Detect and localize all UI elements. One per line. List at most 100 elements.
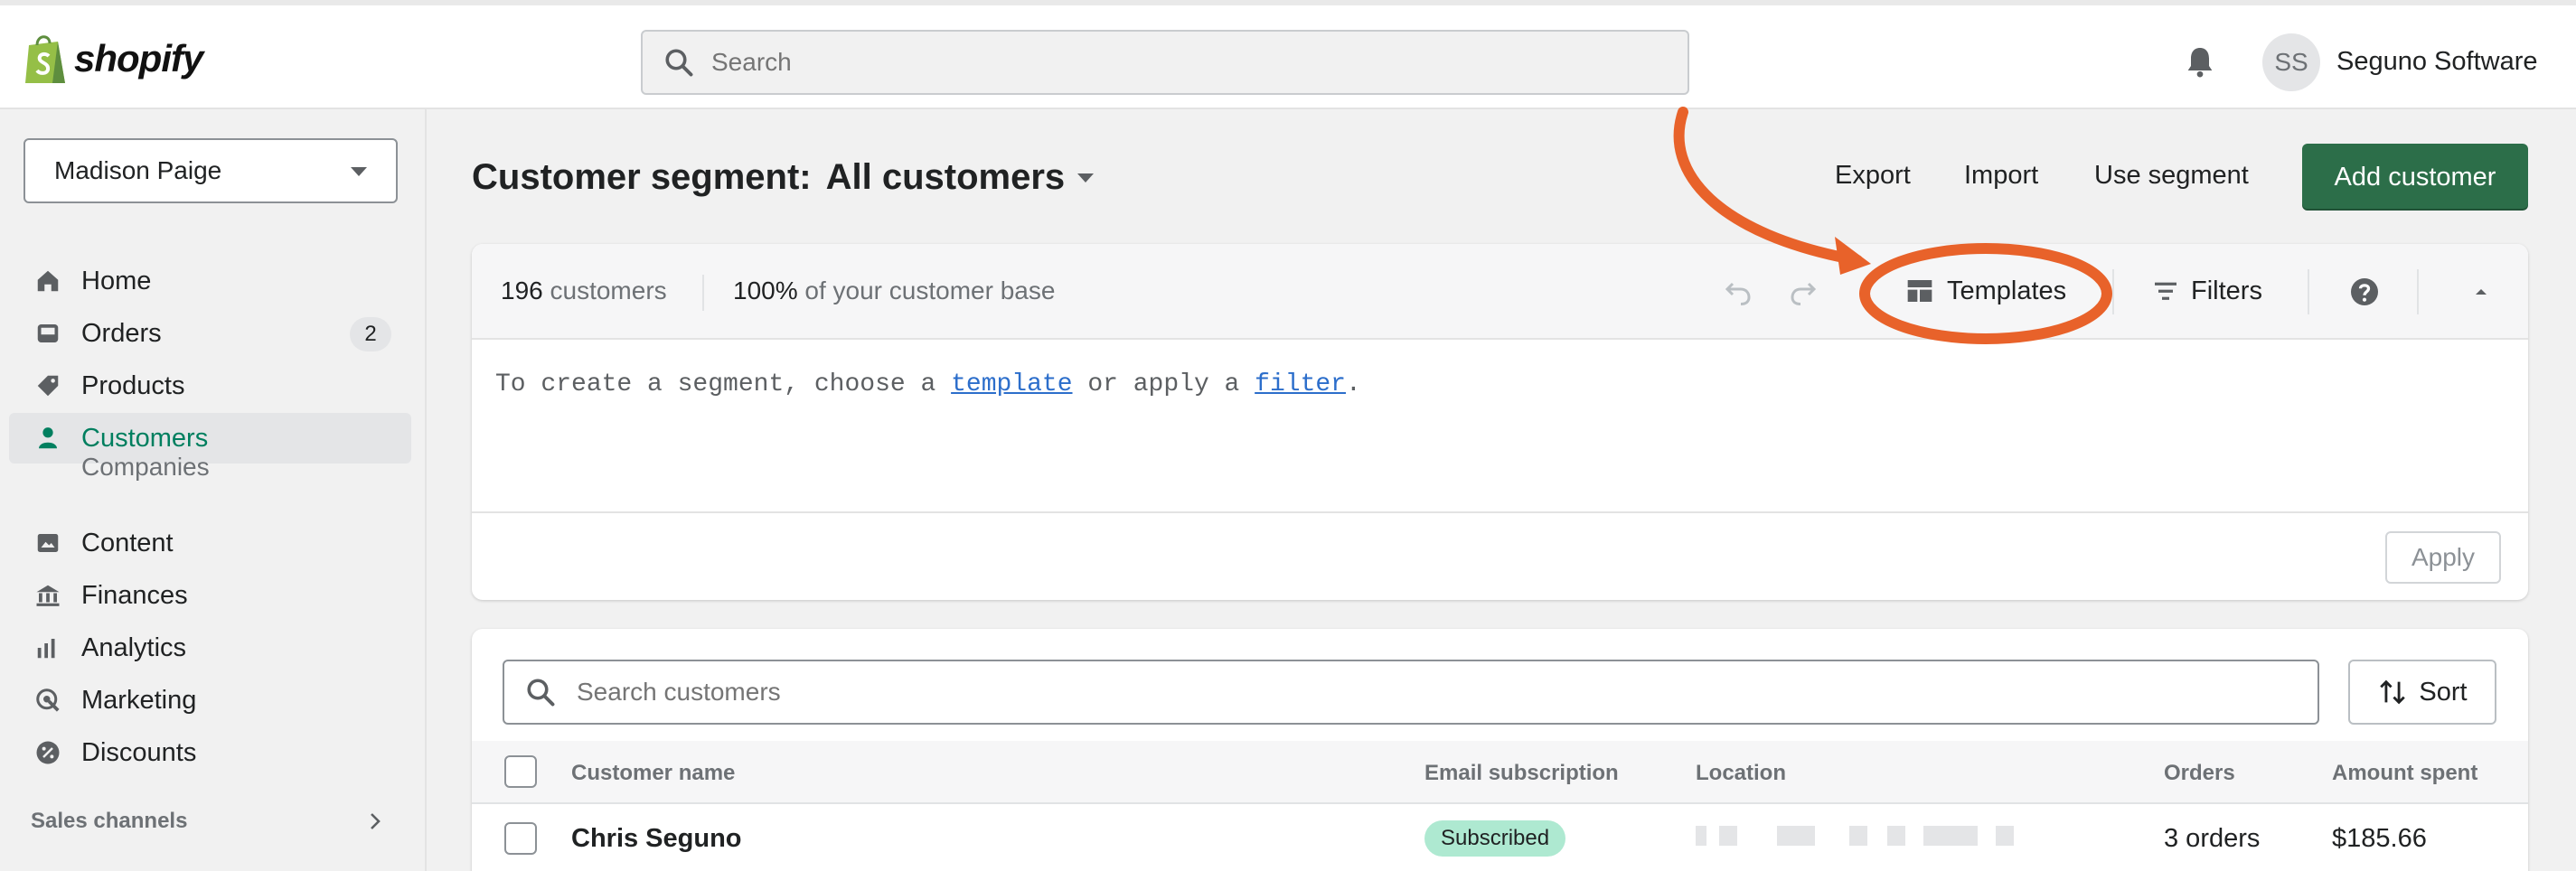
status-badge: Subscribed (1424, 820, 1566, 857)
redacted-location (1719, 826, 1737, 846)
table-header: Customer name Email subscription Locatio… (472, 741, 2528, 804)
sidebar-item-content[interactable]: Content (9, 518, 411, 568)
customer-name[interactable]: Chris Seguno (571, 824, 742, 854)
brand-wordmark: shopify (74, 37, 203, 80)
filter-icon[interactable] (2149, 275, 2182, 307)
column-header[interactable]: Email subscription (1424, 761, 1619, 786)
sort-button[interactable]: Sort (2348, 660, 2496, 725)
collapse-icon[interactable] (2468, 278, 2495, 305)
page-title-prefix: Customer segment: (472, 157, 812, 197)
sidebar-item-companies[interactable]: Companies (81, 453, 210, 482)
sidebar: Madison Paige Home Orders 2 Products Cus… (0, 109, 427, 871)
customer-count: 196 customers (501, 276, 667, 305)
export-button[interactable]: Export (1835, 161, 1911, 191)
sales-channels-heading[interactable]: Sales channels (31, 809, 187, 834)
sidebar-item-home[interactable]: Home (9, 256, 411, 306)
store-selector[interactable]: Madison Paige (24, 138, 398, 203)
customer-search[interactable] (503, 660, 2319, 725)
chevron-down-icon (351, 167, 367, 176)
templates-button[interactable]: Templates (1947, 276, 2066, 306)
sidebar-item-label: Marketing (81, 685, 197, 715)
top-bar: shopify SS Seguno Software (0, 0, 2576, 109)
percentage-label: of your customer base (804, 276, 1056, 304)
person-icon (33, 423, 63, 454)
undo-icon[interactable] (1719, 273, 1757, 311)
divider (2308, 269, 2309, 314)
store-selector-label: Madison Paige (54, 156, 222, 184)
customer-list-card: Sort Customer name Email subscription Lo… (472, 629, 2528, 871)
tag-icon (33, 370, 63, 401)
column-header[interactable]: Location (1696, 761, 1786, 786)
use-segment-button[interactable]: Use segment (2094, 161, 2249, 191)
redo-icon[interactable] (1784, 273, 1822, 311)
discount-icon (33, 737, 63, 768)
shopify-bag-icon (25, 35, 65, 83)
editor-text: or apply a (1072, 370, 1255, 398)
sidebar-item-customers[interactable]: Customers (9, 413, 411, 464)
sidebar-item-label: Analytics (81, 632, 187, 662)
amount-spent: $185.66 (2332, 824, 2427, 853)
global-search-input[interactable] (711, 48, 1615, 77)
column-header[interactable]: Customer name (571, 761, 735, 786)
customer-count-value: 196 (501, 276, 543, 304)
select-all-checkbox[interactable] (504, 755, 537, 788)
redacted-location (1777, 826, 1815, 846)
search-icon (527, 679, 555, 707)
sidebar-item-label: Finances (81, 580, 188, 610)
customer-count-label: customers (550, 276, 667, 304)
global-search[interactable] (641, 30, 1689, 95)
sidebar-item-discounts[interactable]: Discounts (9, 727, 411, 778)
add-customer-button[interactable]: Add customer (2302, 144, 2528, 211)
column-header[interactable]: Orders (2164, 761, 2235, 786)
shopify-logo[interactable]: shopify (22, 33, 203, 85)
filters-button[interactable]: Filters (2191, 276, 2262, 306)
sidebar-item-products[interactable]: Products (9, 361, 411, 411)
editor-text: To create a segment, choose a (495, 370, 952, 398)
column-header[interactable]: Amount spent (2332, 761, 2477, 786)
redacted-location (1887, 826, 1905, 846)
sort-label: Sort (2419, 677, 2468, 707)
sidebar-item-analytics[interactable]: Analytics (9, 623, 411, 673)
bar-chart-icon (33, 632, 63, 663)
sidebar-item-label: Customers (81, 423, 209, 453)
redacted-location (1849, 826, 1867, 846)
chevron-right-icon[interactable] (365, 809, 385, 834)
template-link[interactable]: template (951, 370, 1072, 398)
customer-base-percentage: 100% of your customer base (733, 276, 1055, 305)
orders-count-badge: 2 (350, 317, 391, 351)
divider (472, 511, 2528, 513)
sidebar-item-finances[interactable]: Finances (9, 570, 411, 621)
divider (2417, 269, 2419, 314)
customer-search-input[interactable] (577, 678, 2294, 707)
import-button[interactable]: Import (1964, 161, 2038, 191)
percentage-value: 100% (733, 276, 798, 304)
redacted-location (1696, 826, 1706, 846)
apply-button[interactable]: Apply (2385, 531, 2501, 584)
filter-link[interactable]: filter (1255, 370, 1346, 398)
avatar[interactable]: SS (2262, 33, 2320, 91)
sidebar-item-label: Content (81, 528, 174, 557)
redacted-location (1996, 826, 2014, 846)
home-icon (33, 266, 63, 296)
row-checkbox[interactable] (504, 822, 537, 855)
caret-down-icon[interactable] (1077, 173, 1095, 183)
bell-icon[interactable] (2182, 43, 2218, 80)
redacted-location (1923, 826, 1978, 846)
templates-icon[interactable] (1904, 275, 1936, 307)
segment-editor-card: 196 customers 100% of your customer base… (472, 244, 2528, 600)
help-icon[interactable] (2347, 275, 2382, 309)
sidebar-item-orders[interactable]: Orders 2 (9, 308, 411, 359)
segment-query-editor[interactable]: To create a segment, choose a template o… (495, 370, 1361, 398)
target-icon (33, 685, 63, 716)
sidebar-item-label: Home (81, 266, 152, 295)
sidebar-item-label: Discounts (81, 737, 197, 767)
annotation-arrow (1673, 107, 1863, 266)
segment-selector[interactable]: All customers (826, 157, 1066, 198)
page-title: Customer segment: All customers (472, 157, 1095, 198)
search-icon (665, 49, 693, 77)
segment-toolbar: 196 customers 100% of your customer base… (472, 244, 2528, 340)
divider (2112, 269, 2114, 314)
sidebar-item-marketing[interactable]: Marketing (9, 675, 411, 726)
divider (702, 275, 704, 311)
account-store-name[interactable]: Seguno Software (2336, 47, 2537, 77)
